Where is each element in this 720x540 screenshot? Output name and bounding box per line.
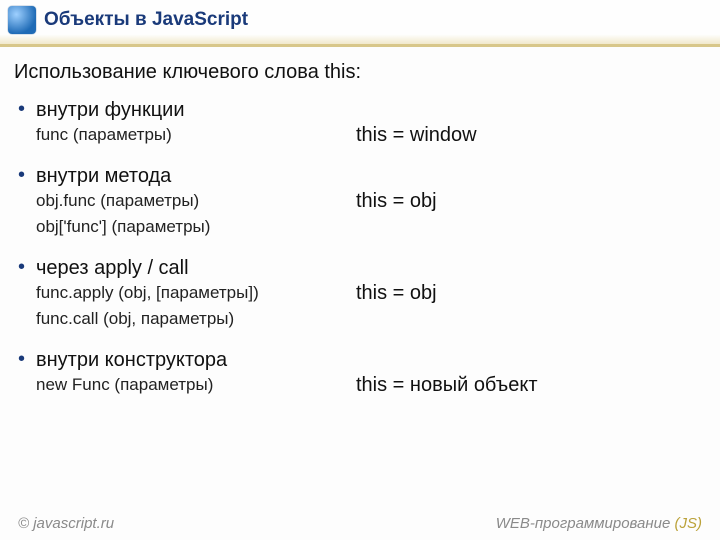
- case-result: this = obj: [356, 188, 437, 214]
- case-code: func.apply (obj, [параметры])func.call (…: [36, 280, 356, 332]
- case-result: this = новый объект: [356, 372, 537, 398]
- slide-title: Объекты в JavaScript: [44, 0, 720, 31]
- case-code-line: func (параметры): [36, 122, 356, 148]
- case-code-line: new Func (параметры): [36, 372, 356, 398]
- case-heading: внутри функции: [36, 98, 706, 122]
- case-heading: внутри метода: [36, 164, 706, 188]
- footer-course: WEB-программирование (JS): [496, 515, 702, 532]
- case-code-line: func.apply (obj, [параметры]): [36, 280, 356, 306]
- case-list: внутри функцииfunc (параметры)this = win…: [14, 98, 706, 398]
- case-code: obj.func (параметры)obj['func'] (парамет…: [36, 188, 356, 240]
- case-code-line: obj.func (параметры): [36, 188, 356, 214]
- footer-copyright: © javascript.ru: [18, 515, 114, 532]
- case-item: внутри методаobj.func (параметры)obj['fu…: [14, 164, 706, 240]
- case-result: this = window: [356, 122, 477, 148]
- case-code-line: obj['func'] (параметры): [36, 214, 356, 240]
- case-item: внутри функцииfunc (параметры)this = win…: [14, 98, 706, 148]
- case-item: через apply / callfunc.apply (obj, [пара…: [14, 256, 706, 332]
- case-heading: внутри конструктора: [36, 348, 706, 372]
- slide-header: Объекты в JavaScript: [0, 0, 720, 47]
- slide-footer: © javascript.ru WEB-программирование (JS…: [0, 515, 720, 532]
- case-code: func (параметры): [36, 122, 356, 148]
- case-row: func.apply (obj, [параметры])func.call (…: [36, 280, 706, 332]
- case-result: this = obj: [356, 280, 437, 306]
- footer-course-prefix: WEB-программирование: [496, 515, 675, 532]
- case-row: obj.func (параметры)obj['func'] (парамет…: [36, 188, 706, 240]
- slide-body: Использование ключевого слова this: внут…: [0, 47, 720, 398]
- case-row: func (параметры)this = window: [36, 122, 706, 148]
- case-heading: через apply / call: [36, 256, 706, 280]
- intro-text: Использование ключевого слова this:: [14, 61, 706, 84]
- case-code: new Func (параметры): [36, 372, 356, 398]
- case-row: new Func (параметры)this = новый объект: [36, 372, 706, 398]
- footer-course-accent: (JS): [675, 515, 703, 532]
- case-item: внутри конструктораnew Func (параметры)t…: [14, 348, 706, 398]
- case-code-line: func.call (obj, параметры): [36, 306, 356, 332]
- globe-logo-icon: [8, 6, 36, 34]
